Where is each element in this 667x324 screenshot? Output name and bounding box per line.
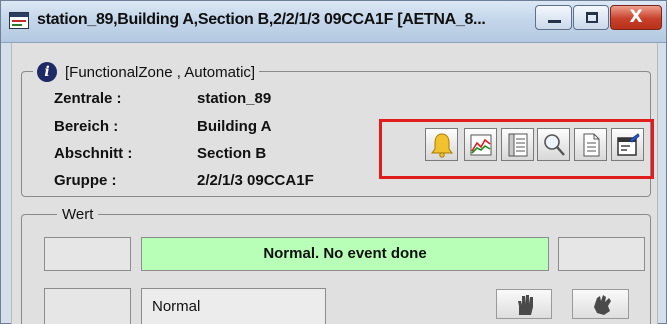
trend-button[interactable] — [464, 128, 497, 161]
field-value-zentrale: station_89 — [197, 90, 272, 107]
minimize-icon — [548, 20, 561, 23]
log-book-button[interactable] — [501, 128, 534, 161]
hand-enable-icon — [594, 295, 611, 315]
app-icon — [9, 12, 29, 29]
disable-button[interactable] — [496, 289, 552, 319]
field-label-gruppe: Gruppe : — [54, 172, 117, 189]
field-label-bereich: Bereich : — [54, 118, 119, 135]
window-title: station_89,Building A,Section B,2/2/1/3 … — [37, 11, 486, 28]
enable-button[interactable] — [572, 289, 629, 319]
zone-type-label: [FunctionalZone , Automatic] — [65, 63, 256, 81]
state-field: Normal — [141, 288, 326, 324]
magnifier-icon — [544, 134, 565, 156]
wert-legend: Wert — [57, 206, 99, 223]
state-box-left — [44, 288, 131, 324]
maximize-button[interactable] — [573, 5, 609, 30]
report-button[interactable] — [574, 128, 607, 161]
search-button[interactable] — [537, 128, 570, 161]
properties-icon — [617, 133, 640, 156]
chart-icon — [470, 134, 492, 156]
minimize-button[interactable] — [535, 5, 572, 30]
document-icon — [583, 133, 600, 157]
log-book-icon — [508, 133, 528, 157]
value-box-left — [44, 237, 131, 271]
field-value-bereich: Building A — [197, 118, 272, 135]
title-bar[interactable]: station_89,Building A,Section B,2/2/1/3 … — [1, 1, 666, 43]
properties-button[interactable] — [611, 128, 644, 161]
alarm-button[interactable] — [425, 128, 458, 161]
value-box-right — [558, 237, 645, 271]
maximize-icon — [586, 12, 598, 23]
status-display: Normal. No event done — [141, 237, 549, 271]
close-button[interactable]: X — [610, 5, 662, 30]
bell-icon — [431, 133, 453, 158]
field-value-gruppe: 2/2/1/3 09CCA1F — [197, 172, 314, 189]
close-icon: X — [629, 7, 643, 27]
info-legend: i [FunctionalZone , Automatic] — [33, 62, 260, 82]
field-value-abschnitt: Section B — [197, 145, 267, 162]
app-window: station_89,Building A,Section B,2/2/1/3 … — [0, 0, 667, 324]
field-label-zentrale: Zentrale : — [54, 90, 122, 107]
info-icon: i — [37, 62, 57, 82]
hand-disable-icon — [518, 295, 533, 315]
field-label-abschnitt: Abschnitt : — [54, 145, 133, 162]
